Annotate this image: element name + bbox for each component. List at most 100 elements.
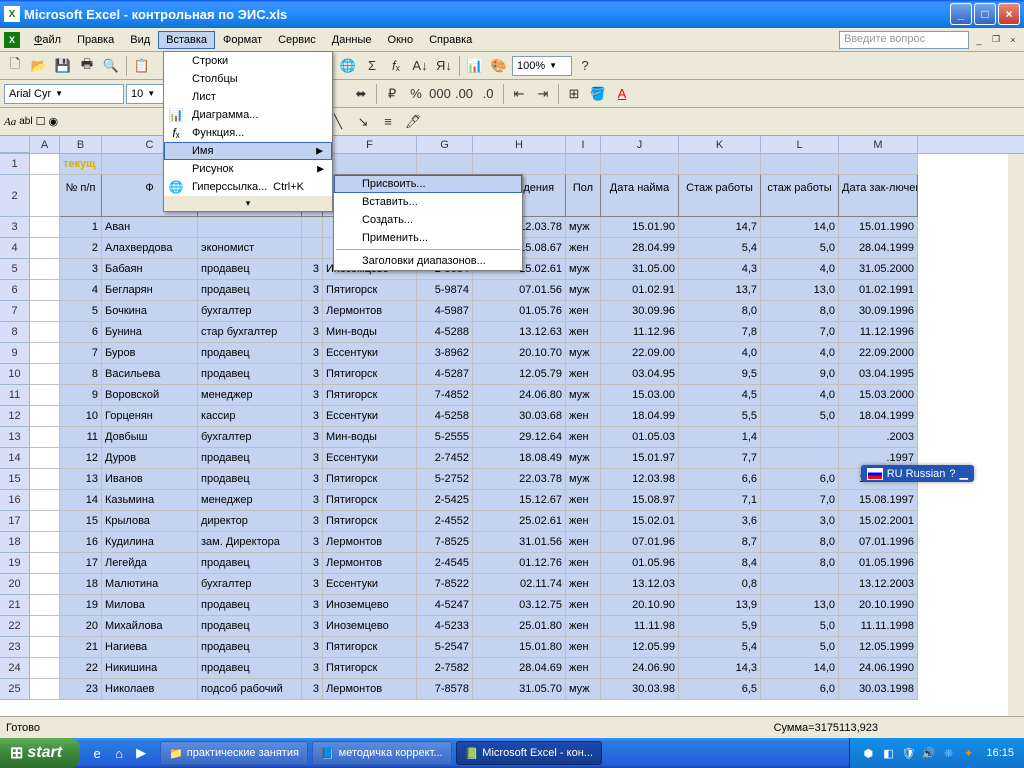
cell[interactable]: 9,0: [761, 364, 839, 385]
cell[interactable]: 4,0: [761, 385, 839, 406]
cell[interactable]: 20: [60, 616, 102, 637]
row-header[interactable]: 18: [0, 532, 30, 553]
cell[interactable]: Нагиева: [102, 637, 198, 658]
cell[interactable]: [30, 259, 60, 280]
cell[interactable]: 2-5425: [417, 490, 473, 511]
menu-window[interactable]: Окно: [380, 31, 422, 49]
row-header[interactable]: 22: [0, 616, 30, 637]
row-header[interactable]: 7: [0, 301, 30, 322]
chart-icon[interactable]: 📊: [464, 55, 486, 77]
cell[interactable]: [30, 427, 60, 448]
cell[interactable]: [30, 217, 60, 238]
cell[interactable]: [30, 154, 60, 175]
indent-inc-icon[interactable]: ⇥: [532, 83, 554, 105]
cell[interactable]: Никишина: [102, 658, 198, 679]
row-header[interactable]: 21: [0, 595, 30, 616]
cell[interactable]: 2: [60, 238, 102, 259]
cell[interactable]: Михайлова: [102, 616, 198, 637]
cell[interactable]: 8,0: [761, 553, 839, 574]
cell[interactable]: 18: [60, 574, 102, 595]
cell[interactable]: [30, 595, 60, 616]
col-header[interactable]: L: [761, 136, 839, 153]
cell[interactable]: продавец: [198, 616, 302, 637]
col-header[interactable]: B: [60, 136, 102, 153]
row-header[interactable]: 25: [0, 679, 30, 700]
cell[interactable]: 22: [60, 658, 102, 679]
cell[interactable]: жен: [566, 595, 601, 616]
cell[interactable]: [30, 322, 60, 343]
cell[interactable]: 6: [60, 322, 102, 343]
clock[interactable]: 16:15: [986, 747, 1014, 759]
cell[interactable]: муж: [566, 679, 601, 700]
cell[interactable]: 01.05.96: [601, 553, 679, 574]
cell[interactable]: жен: [566, 238, 601, 259]
select-all-corner[interactable]: [0, 136, 30, 153]
cell[interactable]: [30, 343, 60, 364]
cell[interactable]: 6,0: [761, 679, 839, 700]
cell[interactable]: [30, 637, 60, 658]
cell[interactable]: жен: [566, 574, 601, 595]
cell[interactable]: Дата найма: [601, 175, 679, 217]
cell[interactable]: подсоб рабочий: [198, 679, 302, 700]
cell[interactable]: 3: [60, 259, 102, 280]
row-header[interactable]: 11: [0, 385, 30, 406]
cell[interactable]: 25.02.61: [473, 511, 566, 532]
size-combo[interactable]: 10▼: [126, 84, 166, 104]
cell[interactable]: директор: [198, 511, 302, 532]
print-icon[interactable]: 🖶: [76, 55, 98, 77]
font-color-icon[interactable]: A: [611, 83, 633, 105]
row-header[interactable]: 10: [0, 364, 30, 385]
row-header[interactable]: 8: [0, 322, 30, 343]
cell[interactable]: 8,0: [761, 532, 839, 553]
vertical-scrollbar[interactable]: [1008, 154, 1024, 726]
cell[interactable]: жен: [566, 322, 601, 343]
cell[interactable]: [30, 364, 60, 385]
col-header[interactable]: I: [566, 136, 601, 153]
insert-rows[interactable]: Строки: [164, 52, 332, 70]
hyperlink-icon[interactable]: 🌐: [337, 55, 359, 77]
cell[interactable]: 15.01.80: [473, 637, 566, 658]
cell[interactable]: Мин-воды: [323, 427, 417, 448]
cell[interactable]: 2-4552: [417, 511, 473, 532]
cell[interactable]: 22.09.00: [601, 343, 679, 364]
cell[interactable]: 14,3: [679, 658, 761, 679]
cell[interactable]: 30.09.96: [601, 301, 679, 322]
cell[interactable]: жен: [566, 511, 601, 532]
start-button[interactable]: start: [0, 738, 80, 768]
cell[interactable]: 12.05.1999: [839, 637, 918, 658]
cell[interactable]: Пятигорск: [323, 637, 417, 658]
cell[interactable]: [30, 574, 60, 595]
cell[interactable]: 4: [60, 280, 102, 301]
cell[interactable]: 25.01.80: [473, 616, 566, 637]
cell[interactable]: продавец: [198, 658, 302, 679]
mdi-minimize[interactable]: _: [972, 33, 986, 47]
cell[interactable]: 15.08.97: [601, 490, 679, 511]
cell[interactable]: 15.01.97: [601, 448, 679, 469]
cell[interactable]: 7-8578: [417, 679, 473, 700]
cell[interactable]: 8: [60, 364, 102, 385]
cell[interactable]: муж: [566, 280, 601, 301]
mdi-restore[interactable]: ❐: [989, 33, 1003, 47]
cell[interactable]: 5,4: [679, 238, 761, 259]
cell[interactable]: 3: [302, 616, 323, 637]
cell[interactable]: 3: [302, 301, 323, 322]
menu-file[interactable]: Файл: [26, 31, 69, 49]
cell[interactable]: бухгалтер: [198, 427, 302, 448]
cell[interactable]: [30, 448, 60, 469]
cell[interactable]: 7-4852: [417, 385, 473, 406]
cell[interactable]: 7,8: [679, 322, 761, 343]
cell[interactable]: 7-8525: [417, 532, 473, 553]
cell[interactable]: Ессентуки: [323, 406, 417, 427]
cell[interactable]: продавец: [198, 595, 302, 616]
cell[interactable]: продавец: [198, 280, 302, 301]
cell[interactable]: 01.02.1991: [839, 280, 918, 301]
cell[interactable]: Пятигорск: [323, 490, 417, 511]
cell[interactable]: Ессентуки: [323, 448, 417, 469]
tray-icon[interactable]: ◧: [880, 745, 896, 761]
cell[interactable]: Малютина: [102, 574, 198, 595]
zoom-combo[interactable]: 100%▼: [512, 56, 572, 76]
cell[interactable]: 14,7: [679, 217, 761, 238]
fill-color-icon[interactable]: 🪣: [587, 83, 609, 105]
cell[interactable]: 24.06.1990: [839, 658, 918, 679]
row-header[interactable]: 4: [0, 238, 30, 259]
